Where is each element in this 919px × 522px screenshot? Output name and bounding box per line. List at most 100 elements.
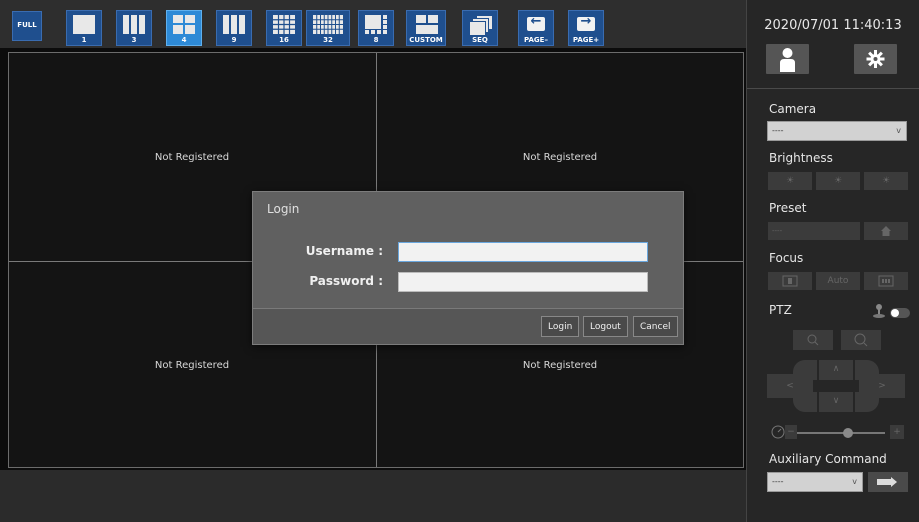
brightness-reset-button[interactable]: ☀ [816,172,860,190]
datetime-display: 2020/07/01 11:40:13 [764,18,902,33]
speed-slider-track[interactable] [797,432,885,434]
speed-plus-button[interactable]: + [890,425,904,439]
chevron-down-icon: v [852,477,857,486]
layout-custom-label: CUSTOM [409,36,443,44]
layout-1-label: 1 [81,36,87,44]
brightness-label: Brightness [769,151,833,165]
layout-32-button[interactable]: 32 [306,10,350,46]
layout-16-icon [273,15,295,34]
password-label: Password : [309,274,383,288]
zoom-out-icon [807,334,819,346]
brightness-down-button[interactable]: ☀ [768,172,812,190]
sequence-button[interactable]: SEQ [462,10,498,46]
layout-1-icon [73,15,95,34]
control-panel: 2020/07/01 11:40:13 Camera ---- v Bright… [746,0,919,522]
plus-icon: + [893,427,901,437]
sequence-icon [469,15,493,36]
ptz-down-button[interactable]: ∨ [819,392,853,412]
settings-button[interactable] [854,44,897,74]
focus-label: Focus [769,251,804,265]
cancel-button[interactable]: Cancel [633,316,678,337]
username-input[interactable] [398,242,648,262]
arrow-down-icon: ∨ [832,396,840,406]
layout-9-icon [223,15,245,34]
arrow-left-icon: ← [527,14,545,31]
layout-9-button[interactable]: 9 [216,10,252,46]
layout-4-icon [173,15,195,34]
login-dialog: Login Username : Password : Login Logout… [252,191,684,345]
zoom-in-button[interactable] [841,330,881,350]
sun-icon: ☀ [833,176,843,186]
arrow-left-icon: < [786,381,794,391]
auxiliary-command-label: Auxiliary Command [769,452,887,466]
layout-9-label: 9 [231,36,237,44]
ptz-down-left-button[interactable] [793,392,817,412]
layout-3-icon [123,15,145,34]
speed-slider-handle[interactable] [843,428,853,438]
minus-icon: − [787,427,795,437]
layout-custom-icon [416,15,438,34]
page-next-label: PAGE+ [572,36,600,44]
logout-button[interactable]: Logout [583,316,628,337]
layout-32-icon [313,15,343,34]
focus-far-icon [878,275,894,287]
zoom-in-icon [854,333,868,347]
layout-8-label: 8 [373,36,379,44]
username-label: Username : [305,244,383,258]
auxiliary-command-select[interactable]: ---- v [767,472,863,492]
cell-status: Not Registered [522,152,598,163]
preset-select-value: ---- [772,227,783,235]
camera-label: Camera [769,102,817,116]
layout-4-label: 4 [181,36,187,44]
focus-far-button[interactable] [864,272,908,290]
user-icon [780,48,795,72]
auxiliary-command-value: ---- [772,477,784,486]
send-command-icon [877,477,897,487]
focus-near-button[interactable] [768,272,812,290]
cell-status: Not Registered [154,360,230,371]
ptz-up-button[interactable]: ∧ [819,360,853,380]
auxiliary-command-send-button[interactable] [868,472,908,492]
preset-select[interactable]: ---- [768,222,860,240]
layout-custom-button[interactable]: CUSTOM [406,10,446,46]
layout-16-label: 16 [279,36,289,44]
speed-minus-button[interactable]: − [785,425,797,439]
focus-auto-button[interactable]: Auto [816,272,860,290]
zoom-out-button[interactable] [793,330,833,350]
login-button[interactable]: Login [541,316,580,337]
arrow-right-icon: → [577,14,595,31]
home-icon [881,226,891,236]
toggle-knob [891,309,899,317]
camera-select[interactable]: ---- v [767,121,907,141]
layout-8-icon [365,15,387,34]
page-next-button[interactable]: → PAGE+ [568,10,604,46]
layout-1-button[interactable]: 1 [66,10,102,46]
user-button[interactable] [766,44,809,74]
password-input[interactable] [398,272,648,292]
layout-4-button[interactable]: 4 [166,10,202,46]
sequence-label: SEQ [472,36,488,44]
layout-3-button[interactable]: 3 [116,10,152,46]
layout-8-button[interactable]: 8 [358,10,394,46]
ptz-toggle[interactable] [890,308,910,318]
bottom-bar [0,470,746,522]
dialog-title: Login [267,202,300,216]
preset-label: Preset [769,201,807,215]
preset-home-button[interactable] [864,222,908,240]
layout-16-button[interactable]: 16 [266,10,302,46]
ptz-label: PTZ [769,303,792,317]
joystick-icon [873,304,885,318]
focus-auto-label: Auto [827,276,849,286]
fullscreen-label: FULL [17,21,37,29]
brightness-up-button[interactable]: ☀ [864,172,908,190]
focus-near-icon [782,275,798,287]
fullscreen-button[interactable]: FULL [12,11,42,41]
panel-divider [747,88,919,89]
camera-select-value: ---- [772,126,784,135]
chevron-down-icon: v [896,126,901,135]
sun-dim-icon: ☀ [785,176,795,186]
ptz-down-right-button[interactable] [855,392,879,412]
page-prev-button[interactable]: ← PAGE– [518,10,554,46]
cell-status: Not Registered [522,360,598,371]
layout-3-label: 3 [131,36,137,44]
